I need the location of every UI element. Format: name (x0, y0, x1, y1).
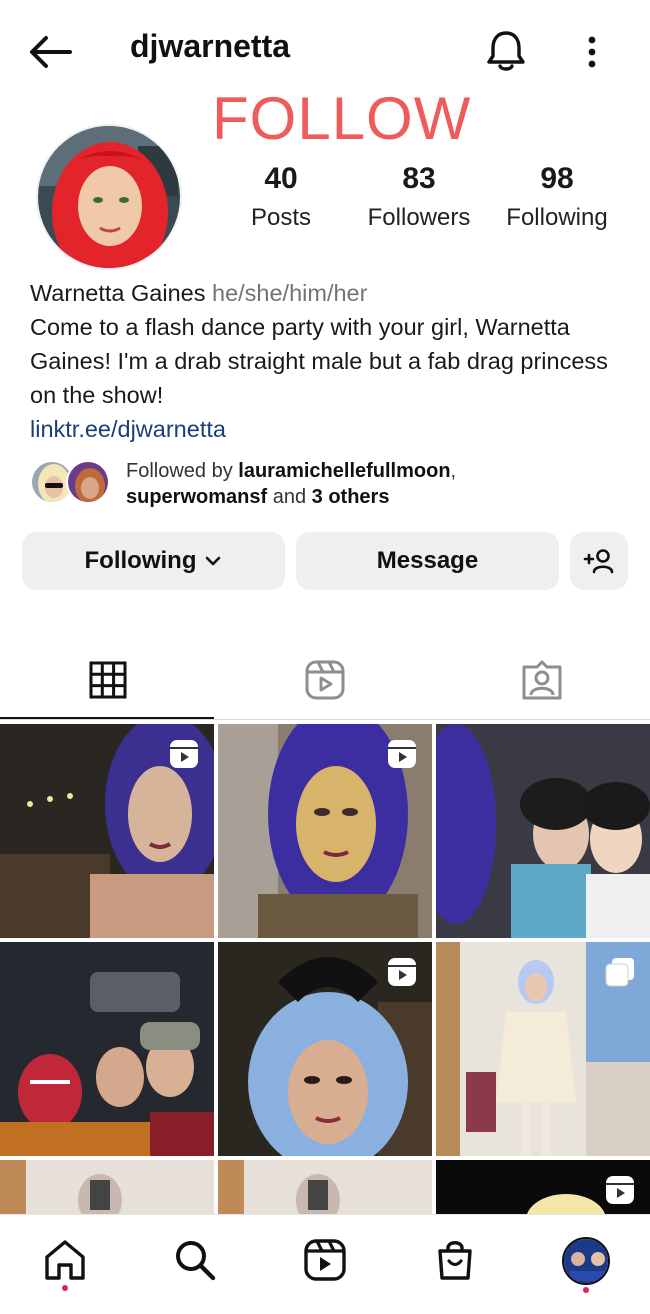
followed-by-and: and (267, 486, 312, 508)
stat-followers-value: 83 (402, 162, 436, 195)
carousel-badge-icon (605, 958, 634, 987)
suggested-people-button[interactable] (570, 532, 628, 590)
stat-followers[interactable]: 83 Followers (354, 162, 484, 232)
back-arrow-icon[interactable] (24, 30, 76, 74)
add-person-icon (583, 549, 614, 574)
followed-by-prefix: Followed by (126, 460, 239, 482)
grid-post-7[interactable] (0, 1160, 214, 1214)
profile-bio: Warnetta Gaines he/she/him/her Come to a… (30, 276, 630, 446)
stat-following-label: Following (506, 204, 608, 231)
profile-avatar[interactable] (36, 124, 182, 270)
profile-username: djwarnetta (130, 28, 291, 64)
stat-following-value: 98 (540, 162, 574, 195)
stat-posts[interactable]: 40 Posts (216, 162, 346, 232)
search-icon[interactable] (172, 1237, 218, 1283)
reel-badge-icon (606, 1176, 634, 1204)
reel-badge-icon (388, 958, 416, 986)
bio-link[interactable]: linktr.ee/djwarnetta (30, 412, 630, 446)
following-button-label: Following (84, 547, 197, 574)
reel-badge-icon (388, 740, 416, 768)
message-button[interactable]: Message (296, 532, 559, 590)
chevron-down-icon (206, 556, 221, 566)
stat-followers-label: Followers (367, 204, 471, 231)
profile-pronouns: he/she/him/her (212, 280, 368, 306)
reels-icon (305, 660, 345, 700)
grid-post-3[interactable] (436, 724, 650, 938)
follow-overlay-text: FOLLOW (212, 85, 472, 152)
message-button-label: Message (376, 547, 479, 574)
grid-post-8[interactable] (218, 1160, 432, 1214)
shop-icon[interactable] (432, 1237, 478, 1283)
tab-divider (0, 719, 650, 720)
profile-notification-dot (583, 1287, 589, 1293)
tab-grid[interactable] (0, 640, 216, 720)
grid-post-9[interactable] (436, 1160, 650, 1214)
bottom-navigation (0, 1214, 650, 1314)
grid-post-5[interactable] (218, 942, 432, 1156)
home-notification-dot (62, 1285, 68, 1291)
followed-by-user-1[interactable]: laurami­chellefullmoon (238, 460, 450, 482)
followed-by-others[interactable]: 3 others (312, 486, 390, 508)
bio-text: Come to a flash dance party with your gi… (30, 314, 608, 408)
stat-posts-label: Posts (250, 204, 312, 231)
grid-post-2[interactable] (218, 724, 432, 938)
following-button[interactable]: Following (22, 532, 285, 590)
grid-post-1[interactable] (0, 724, 214, 938)
home-icon[interactable] (42, 1237, 88, 1283)
reels-nav-icon[interactable] (302, 1237, 348, 1283)
stat-following[interactable]: 98 Following (492, 162, 622, 232)
tagged-icon (522, 660, 562, 700)
profile-tabs (0, 640, 650, 720)
followed-by-text: Followed by laurami­chellefullmoon, supe… (126, 458, 456, 510)
tab-reels[interactable] (217, 640, 433, 720)
profile-nav-avatar[interactable] (562, 1237, 610, 1285)
stat-posts-value: 40 (264, 162, 298, 195)
profile-full-name: Warnetta Gaines (30, 280, 206, 306)
followed-by-user-2[interactable]: superwomansf (126, 486, 267, 508)
grid-post-4[interactable] (0, 942, 214, 1156)
followed-by-separator: , (450, 460, 457, 482)
posts-grid (0, 724, 650, 1214)
reel-badge-icon (170, 740, 198, 768)
followed-by-row[interactable]: Followed by laurami­chellefullmoon, supe… (30, 456, 630, 512)
tab-tagged[interactable] (434, 640, 650, 720)
more-options-icon[interactable] (578, 32, 606, 72)
follower-avatar-2 (66, 460, 110, 504)
grid-icon (89, 661, 127, 699)
bell-icon[interactable] (484, 28, 528, 74)
grid-post-6[interactable] (436, 942, 650, 1156)
